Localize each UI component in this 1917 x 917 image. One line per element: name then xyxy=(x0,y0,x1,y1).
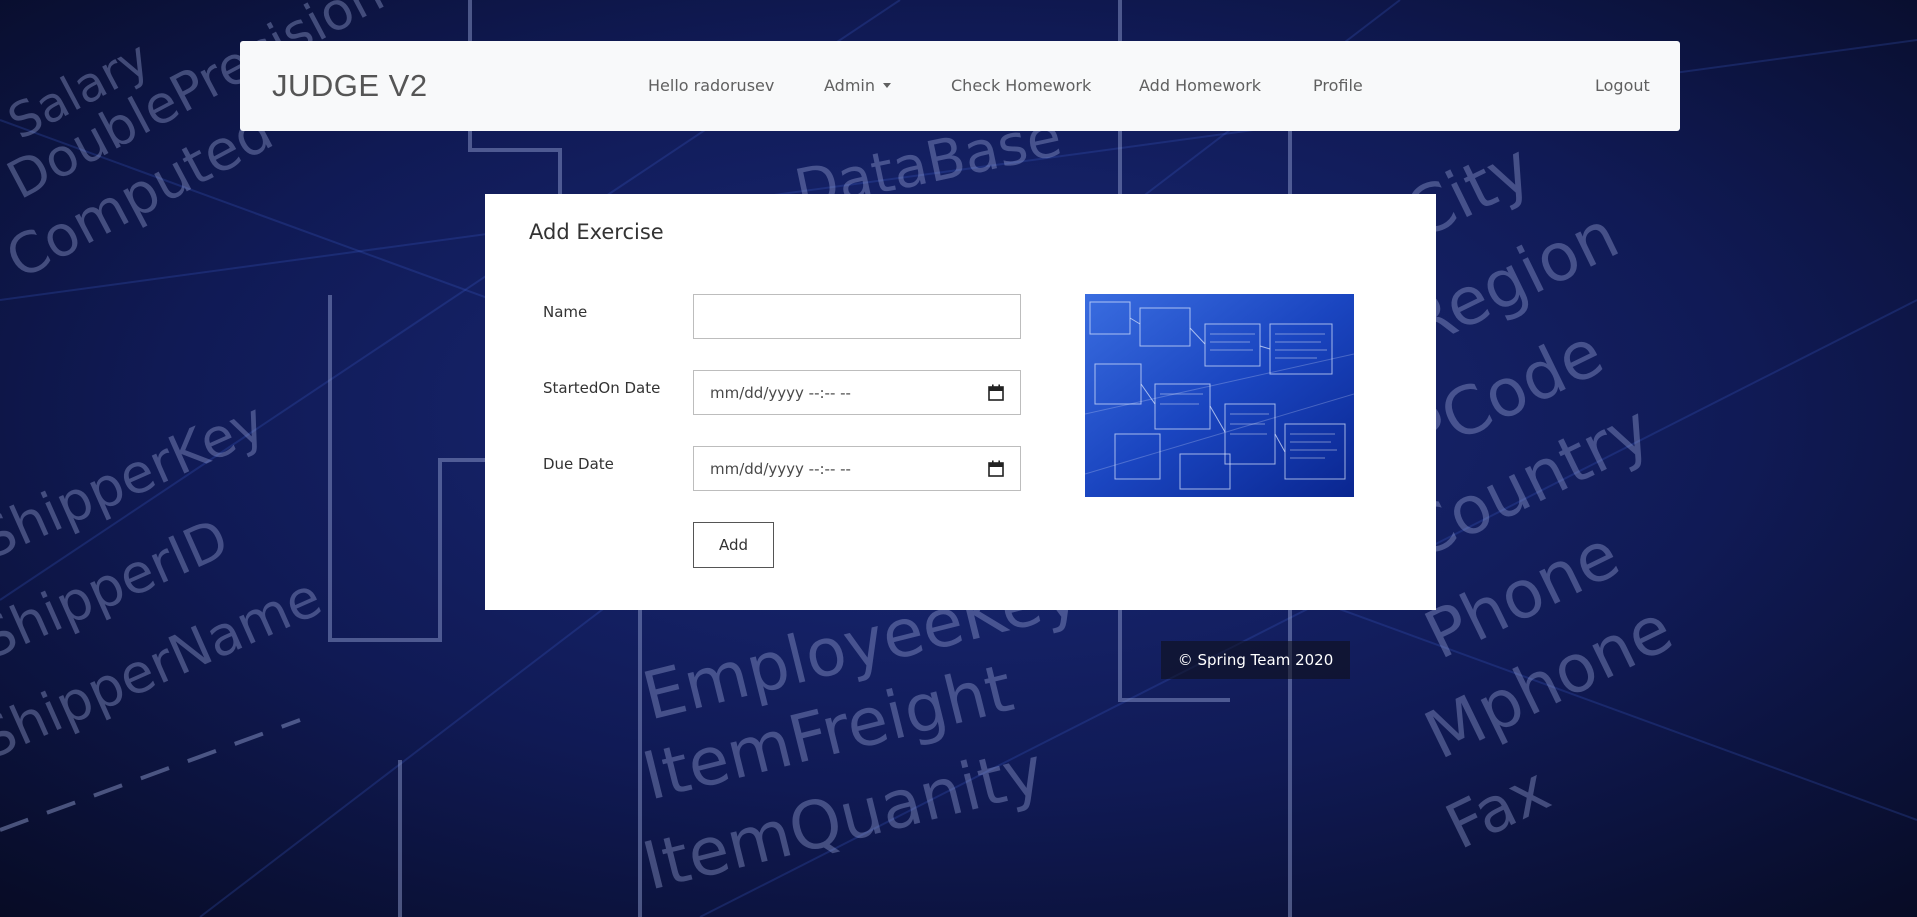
brand-logo[interactable]: JUDGE V2 xyxy=(272,41,428,131)
nav-greeting[interactable]: Hello radorusev xyxy=(648,41,774,131)
name-input[interactable] xyxy=(693,294,1021,339)
started-on-label: StartedOn Date xyxy=(543,379,661,397)
database-diagram-image xyxy=(1085,294,1354,497)
name-label: Name xyxy=(543,303,588,321)
add-exercise-card: Add Exercise Name StartedOn Date mm/dd/y… xyxy=(485,194,1436,610)
started-on-placeholder: mm/dd/yyyy --:-- -- xyxy=(710,383,851,402)
navbar: JUDGE V2 Hello radorusev Admin Check Hom… xyxy=(240,41,1680,131)
add-button[interactable]: Add xyxy=(693,522,774,568)
chevron-down-icon xyxy=(883,83,891,88)
nav-profile[interactable]: Profile xyxy=(1313,41,1363,131)
due-date-input[interactable]: mm/dd/yyyy --:-- -- xyxy=(693,446,1021,491)
nav-admin-dropdown[interactable]: Admin xyxy=(824,41,891,131)
calendar-icon[interactable] xyxy=(988,460,1004,477)
page-title: Add Exercise xyxy=(529,220,664,244)
due-date-label: Due Date xyxy=(543,455,614,473)
started-on-date-input[interactable]: mm/dd/yyyy --:-- -- xyxy=(693,370,1021,415)
nav-check-homework[interactable]: Check Homework xyxy=(951,41,1091,131)
nav-admin-label: Admin xyxy=(824,76,875,95)
footer: © Spring Team 2020 xyxy=(1161,641,1350,679)
calendar-icon[interactable] xyxy=(988,384,1004,401)
due-date-placeholder: mm/dd/yyyy --:-- -- xyxy=(710,459,851,478)
nav-logout[interactable]: Logout xyxy=(1595,41,1650,131)
nav-add-homework[interactable]: Add Homework xyxy=(1139,41,1261,131)
